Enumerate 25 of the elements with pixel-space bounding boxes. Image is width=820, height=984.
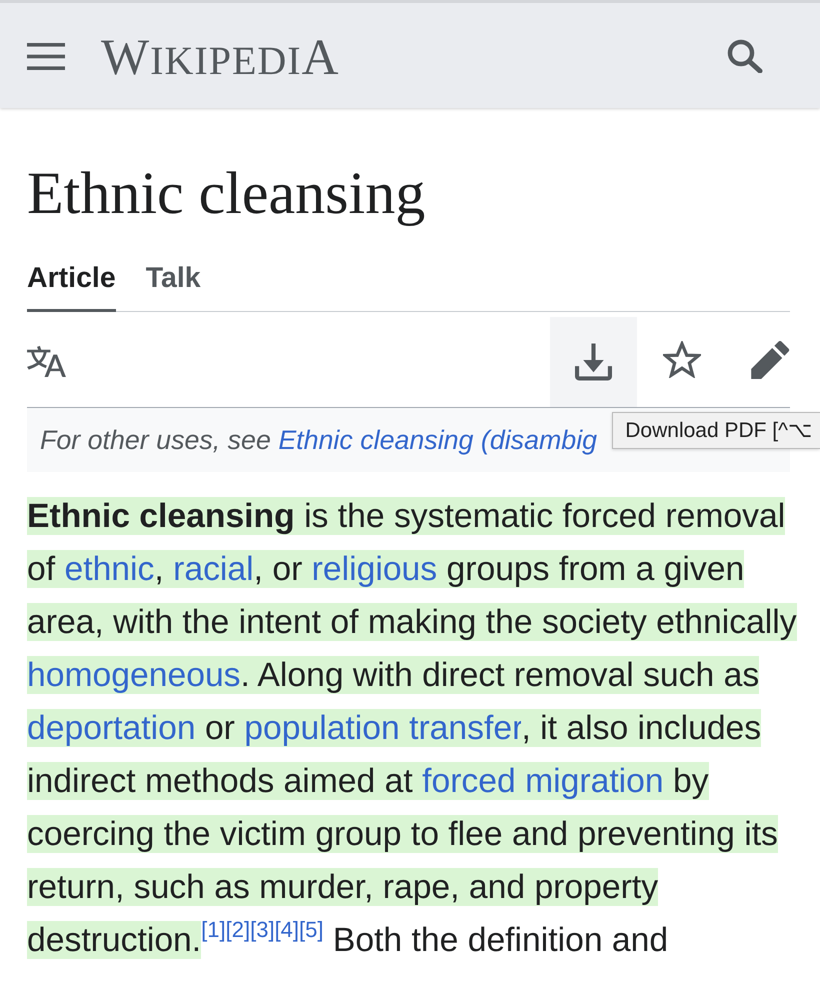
tab[interactable]: Article (27, 261, 116, 312)
star-icon[interactable] (663, 341, 701, 378)
article-link[interactable]: ethnic (64, 550, 154, 588)
article-link[interactable]: deportation (27, 709, 196, 747)
reference-link[interactable]: [4] (274, 917, 300, 942)
reference-link[interactable]: [3] (250, 917, 275, 942)
article-link[interactable]: forced migration (422, 762, 664, 800)
download-icon (575, 342, 612, 380)
pencil-icon[interactable] (751, 340, 790, 378)
hatnote-text: For other uses, see Ethnic cleansing (disambig (40, 425, 598, 455)
article-link[interactable]: racial (173, 550, 254, 588)
wikipedia-wordmark[interactable]: WIKIPEDIA (101, 33, 340, 84)
article-link[interactable]: religious (312, 550, 438, 588)
menu-icon[interactable] (27, 43, 65, 70)
reference-link[interactable]: [5] (299, 917, 324, 942)
tab[interactable]: Talk (146, 261, 201, 312)
tooltip: Download PDF [^⌥ (612, 412, 820, 449)
article-link[interactable]: population transfer (244, 709, 522, 747)
article-link[interactable]: homogeneous (27, 656, 241, 694)
reference-link[interactable]: [1] (201, 917, 226, 942)
page-title: Ethnic cleansing (27, 159, 426, 227)
reference-link[interactable]: [2] (226, 917, 250, 942)
search-icon[interactable] (727, 38, 763, 72)
download-button[interactable] (550, 316, 637, 406)
disambiguation-link[interactable]: Ethnic cleansing (disambig (278, 425, 598, 455)
